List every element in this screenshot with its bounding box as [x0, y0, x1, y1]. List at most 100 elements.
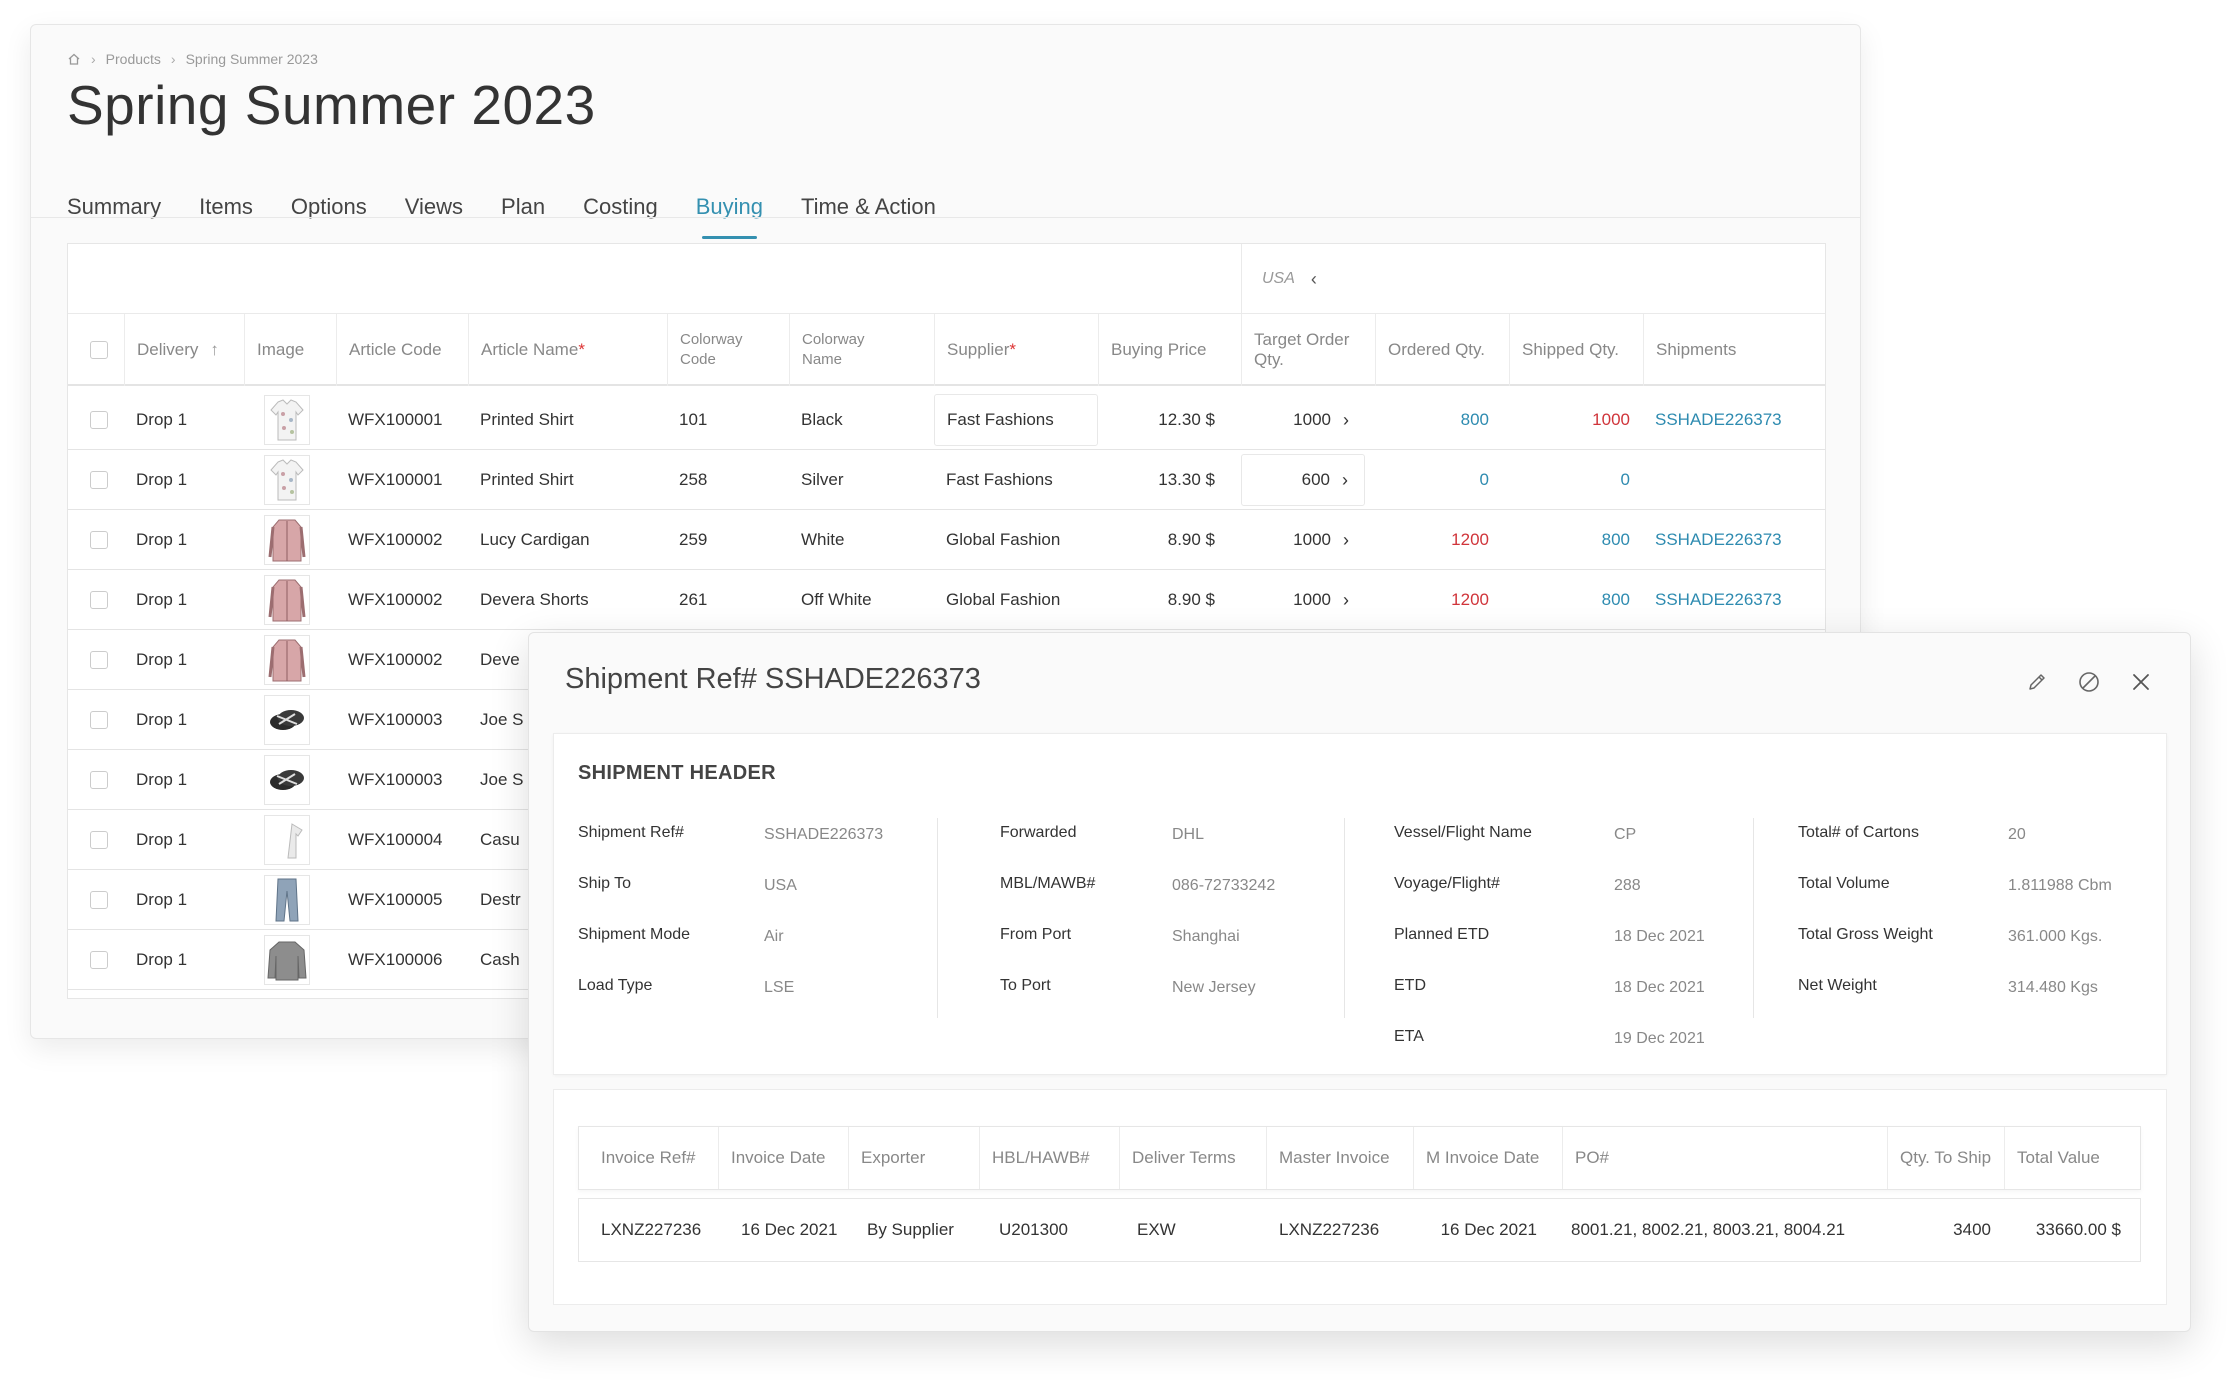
table-row[interactable]: Drop 1 WFX100001 Printed Shirt 258 Silver 13.… — [68, 450, 1825, 510]
invoice-col-header[interactable]: Master Invoice — [1266, 1127, 1413, 1189]
tab-plan[interactable]: Plan — [501, 170, 545, 235]
invoice-col-header[interactable]: Total Value — [2004, 1127, 2142, 1189]
field-value: 19 Dec 2021 — [1614, 1030, 1705, 1047]
invoice-col-header[interactable]: Exporter — [848, 1127, 979, 1189]
shirt-thumbnail[interactable] — [264, 395, 310, 445]
col-shipped-qty[interactable]: Shipped Qty. — [1509, 314, 1643, 386]
invoice-col-header[interactable]: HBL/HAWB# — [979, 1127, 1119, 1189]
field-label: Ship To — [578, 875, 632, 892]
table-row[interactable]: Drop 1 WFX100002 Lucy Cardigan 259 White 8.90… — [68, 510, 1825, 570]
col-colorway-code[interactable]: Colorway Code — [667, 314, 789, 386]
row-checkbox[interactable] — [90, 411, 108, 429]
invoice-cell: 3400 — [1953, 1220, 1991, 1239]
field-value: LSE — [764, 979, 795, 996]
sandal-thumbnail[interactable] — [264, 695, 310, 745]
tab-items[interactable]: Items — [199, 170, 253, 235]
invoice-col-header[interactable]: Deliver Terms — [1119, 1127, 1266, 1189]
tab-time-action[interactable]: Time & Action — [801, 170, 936, 235]
cell-target-qty[interactable]: 600 › — [1241, 454, 1365, 506]
cell-target-qty[interactable]: 1000 › — [1241, 570, 1365, 630]
tab-buying[interactable]: Buying — [696, 170, 763, 239]
column-divider — [1344, 818, 1345, 1018]
row-checkbox[interactable] — [90, 831, 108, 849]
invoice-table-row[interactable]: LXNZ227236 16 Dec 2021 By Supplier U201300 E… — [578, 1198, 2141, 1262]
row-select-cell — [90, 870, 108, 930]
field-label: Shipment Ref# — [578, 824, 684, 841]
cardigan-thumbnail[interactable] — [264, 575, 310, 625]
chevron-right-icon[interactable]: › — [1342, 470, 1348, 491]
table-row[interactable]: Drop 1 WFX100002 Devera Shorts 261 Off White… — [68, 570, 1825, 630]
group-usa[interactable]: USA ‹ — [1241, 244, 1317, 314]
row-image-cell — [264, 810, 310, 870]
invoice-cell: By Supplier — [867, 1220, 954, 1239]
cardigan-thumbnail[interactable] — [264, 635, 310, 685]
chevron-right-icon[interactable]: › — [1343, 530, 1349, 551]
col-image[interactable]: Image — [244, 314, 336, 386]
cell-shipment[interactable]: SSHADE226373 — [1655, 390, 1827, 450]
tab-views[interactable]: Views — [405, 170, 463, 235]
field-value: 314.480 Kgs — [2008, 979, 2098, 996]
home-icon[interactable] — [67, 52, 81, 66]
cell-shipment[interactable] — [1655, 450, 1827, 510]
tab-summary[interactable]: Summary — [67, 170, 161, 235]
tab-costing[interactable]: Costing — [583, 170, 658, 235]
breadcrumb-products[interactable]: Products — [106, 51, 161, 67]
col-buying-price[interactable]: Buying Price — [1098, 314, 1241, 386]
sort-arrow-icon[interactable]: ↑ — [210, 340, 219, 360]
row-checkbox[interactable] — [90, 711, 108, 729]
cell-target-qty[interactable]: 1000 › — [1241, 390, 1365, 450]
row-checkbox[interactable] — [90, 531, 108, 549]
col-delivery[interactable]: Delivery ↑ — [124, 314, 244, 386]
col-article-name[interactable]: Article Name * — [468, 314, 667, 386]
tab-options[interactable]: Options — [291, 170, 367, 235]
pencil-icon[interactable] — [2024, 669, 2050, 695]
jeans-thumbnail[interactable] — [264, 875, 310, 925]
col-supplier[interactable]: Supplier * — [934, 314, 1098, 386]
invoice-col-header[interactable]: Qty. To Ship — [1887, 1127, 2004, 1189]
col-target-order-qty[interactable]: Target Order Qty. — [1241, 314, 1375, 386]
cell-supplier[interactable]: Fast Fashions — [934, 394, 1098, 446]
cell-supplier[interactable]: Fast Fashions — [934, 450, 1098, 510]
row-checkbox[interactable] — [90, 891, 108, 909]
col-colorway-name[interactable]: Colorway Name — [789, 314, 934, 386]
row-select-cell — [90, 930, 108, 990]
invoice-col-header[interactable]: Invoice Date — [718, 1127, 848, 1189]
chevron-right-icon[interactable]: › — [1343, 410, 1349, 431]
cell-delivery: Drop 1 — [136, 770, 188, 789]
sandal-thumbnail[interactable] — [264, 755, 310, 805]
row-checkbox[interactable] — [90, 771, 108, 789]
cell-supplier[interactable]: Global Fashion — [934, 510, 1098, 570]
cardigan-thumbnail[interactable] — [264, 515, 310, 565]
cell-shipment[interactable]: SSHADE226373 — [1655, 510, 1827, 570]
cell-cw-name: Off White — [801, 590, 872, 609]
table-row[interactable]: Drop 1 WFX100001 Printed Shirt 101 Black 12.3… — [68, 390, 1825, 450]
row-select-cell — [90, 570, 108, 630]
cell-code: WFX100005 — [348, 890, 443, 909]
cell-code: WFX100004 — [348, 830, 443, 849]
select-all-checkbox[interactable] — [90, 341, 108, 359]
invoice-col-header[interactable]: M Invoice Date — [1413, 1127, 1562, 1189]
invoice-col-header[interactable]: Invoice Ref# — [579, 1127, 718, 1189]
shirt-thumbnail[interactable] — [264, 455, 310, 505]
cell-supplier[interactable]: Global Fashion — [934, 570, 1098, 630]
field-label: Total Gross Weight — [1798, 926, 1933, 943]
cell-target-qty[interactable]: 1000 › — [1241, 510, 1365, 570]
cell-code: WFX100002 — [348, 650, 443, 669]
row-checkbox[interactable] — [90, 591, 108, 609]
row-checkbox[interactable] — [90, 651, 108, 669]
cell-shipment[interactable]: SSHADE226373 — [1655, 570, 1827, 630]
chevron-left-icon[interactable]: ‹ — [1311, 269, 1317, 290]
sweater-thumbnail[interactable] — [264, 935, 310, 985]
tshirt-thumbnail[interactable] — [264, 815, 310, 865]
col-shipments[interactable]: Shipments — [1643, 314, 1827, 386]
row-checkbox[interactable] — [90, 471, 108, 489]
col-article-code[interactable]: Article Code — [336, 314, 468, 386]
invoice-col-header[interactable]: PO# — [1562, 1127, 1887, 1189]
close-icon[interactable] — [2128, 669, 2154, 695]
target-qty-value: 1000 — [1293, 590, 1331, 609]
col-ordered-qty[interactable]: Ordered Qty. — [1375, 314, 1509, 386]
cell-delivery: Drop 1 — [136, 950, 188, 969]
chevron-right-icon[interactable]: › — [1343, 590, 1349, 611]
cancel-icon[interactable] — [2076, 669, 2102, 695]
row-checkbox[interactable] — [90, 951, 108, 969]
